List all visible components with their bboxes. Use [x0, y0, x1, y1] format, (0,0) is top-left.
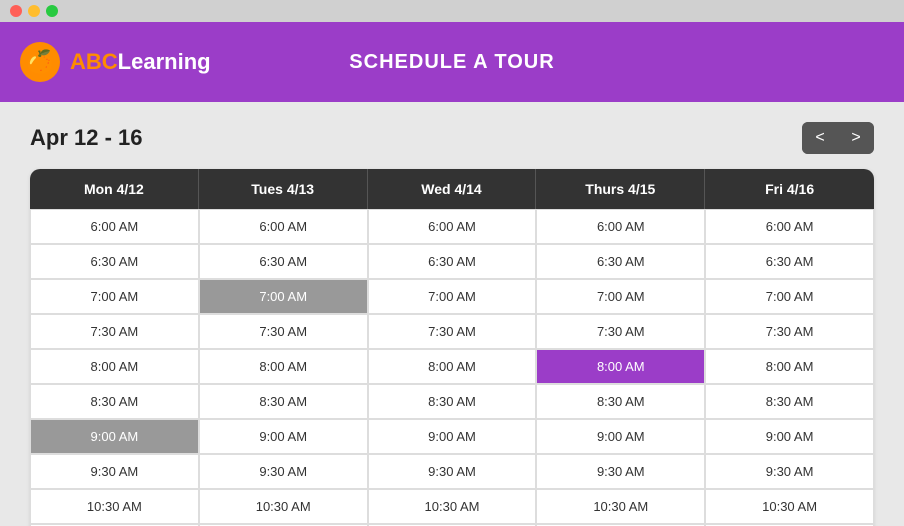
time-cell-r6-c3[interactable]: 9:00 AM	[536, 419, 705, 454]
time-cell-r2-c1[interactable]: 7:00 AM	[199, 279, 368, 314]
time-cell-r2-c0[interactable]: 7:00 AM	[30, 279, 199, 314]
time-cell-r5-c3[interactable]: 8:30 AM	[536, 384, 705, 419]
time-cell-r6-c1[interactable]: 9:00 AM	[199, 419, 368, 454]
col-header-4: Fri 4/16	[705, 169, 874, 209]
logo-text: ABCLearning	[70, 49, 211, 75]
calendar-body: 6:00 AM6:00 AM6:00 AM6:00 AM6:00 AM6:30 …	[30, 209, 874, 526]
logo-icon: 🍊	[20, 42, 60, 82]
time-cell-r3-c1[interactable]: 7:30 AM	[199, 314, 368, 349]
time-cell-r4-c3[interactable]: 8:00 AM	[536, 349, 705, 384]
time-cell-r5-c2[interactable]: 8:30 AM	[368, 384, 537, 419]
time-cell-r8-c0[interactable]: 10:30 AM	[30, 489, 199, 524]
time-cell-r3-c2[interactable]: 7:30 AM	[368, 314, 537, 349]
time-cell-r8-c1[interactable]: 10:30 AM	[199, 489, 368, 524]
time-cell-r1-c1[interactable]: 6:30 AM	[199, 244, 368, 279]
time-cell-r5-c1[interactable]: 8:30 AM	[199, 384, 368, 419]
nav-buttons: < >	[802, 122, 874, 154]
col-header-3: Thurs 4/15	[536, 169, 705, 209]
time-cell-r1-c4[interactable]: 6:30 AM	[705, 244, 874, 279]
prev-button[interactable]: <	[802, 122, 838, 154]
close-dot[interactable]	[10, 5, 22, 17]
time-cell-r0-c3[interactable]: 6:00 AM	[536, 209, 705, 244]
time-cell-r7-c0[interactable]: 9:30 AM	[30, 454, 199, 489]
time-cell-r0-c4[interactable]: 6:00 AM	[705, 209, 874, 244]
time-cell-r4-c4[interactable]: 8:00 AM	[705, 349, 874, 384]
time-cell-r8-c2[interactable]: 10:30 AM	[368, 489, 537, 524]
col-header-2: Wed 4/14	[368, 169, 537, 209]
time-cell-r7-c1[interactable]: 9:30 AM	[199, 454, 368, 489]
time-cell-r1-c2[interactable]: 6:30 AM	[368, 244, 537, 279]
col-header-1: Tues 4/13	[199, 169, 368, 209]
calendar-header: Mon 4/12Tues 4/13Wed 4/14Thurs 4/15Fri 4…	[30, 169, 874, 209]
app-header: 🍊 ABCLearning SCHEDULE A TOUR	[0, 22, 904, 102]
title-bar	[0, 0, 904, 22]
time-cell-r3-c4[interactable]: 7:30 AM	[705, 314, 874, 349]
time-cell-r7-c4[interactable]: 9:30 AM	[705, 454, 874, 489]
time-cell-r4-c2[interactable]: 8:00 AM	[368, 349, 537, 384]
time-cell-r6-c0[interactable]: 9:00 AM	[30, 419, 199, 454]
time-cell-r2-c3[interactable]: 7:00 AM	[536, 279, 705, 314]
logo-area: 🍊 ABCLearning	[20, 42, 211, 82]
date-range: Apr 12 - 16	[30, 125, 143, 151]
time-cell-r5-c0[interactable]: 8:30 AM	[30, 384, 199, 419]
time-cell-r3-c3[interactable]: 7:30 AM	[536, 314, 705, 349]
time-cell-r8-c4[interactable]: 10:30 AM	[705, 489, 874, 524]
calendar-grid: Mon 4/12Tues 4/13Wed 4/14Thurs 4/15Fri 4…	[30, 169, 874, 526]
minimize-dot[interactable]	[28, 5, 40, 17]
col-header-0: Mon 4/12	[30, 169, 199, 209]
time-cell-r4-c1[interactable]: 8:00 AM	[199, 349, 368, 384]
time-cell-r1-c0[interactable]: 6:30 AM	[30, 244, 199, 279]
time-cell-r0-c1[interactable]: 6:00 AM	[199, 209, 368, 244]
page-title: SCHEDULE A TOUR	[349, 51, 554, 74]
time-cell-r5-c4[interactable]: 8:30 AM	[705, 384, 874, 419]
time-cell-r7-c3[interactable]: 9:30 AM	[536, 454, 705, 489]
next-button[interactable]: >	[838, 122, 874, 154]
time-cell-r2-c4[interactable]: 7:00 AM	[705, 279, 874, 314]
time-cell-r6-c2[interactable]: 9:00 AM	[368, 419, 537, 454]
time-cell-r0-c0[interactable]: 6:00 AM	[30, 209, 199, 244]
time-cell-r3-c0[interactable]: 7:30 AM	[30, 314, 199, 349]
time-cell-r2-c2[interactable]: 7:00 AM	[368, 279, 537, 314]
logo-abc: ABC	[70, 49, 118, 74]
date-nav: Apr 12 - 16 < >	[30, 122, 874, 154]
time-cell-r4-c0[interactable]: 8:00 AM	[30, 349, 199, 384]
maximize-dot[interactable]	[46, 5, 58, 17]
time-cell-r0-c2[interactable]: 6:00 AM	[368, 209, 537, 244]
time-cell-r1-c3[interactable]: 6:30 AM	[536, 244, 705, 279]
time-cell-r6-c4[interactable]: 9:00 AM	[705, 419, 874, 454]
main-content: Apr 12 - 16 < > Mon 4/12Tues 4/13Wed 4/1…	[0, 102, 904, 526]
time-cell-r8-c3[interactable]: 10:30 AM	[536, 489, 705, 524]
logo-rest: Learning	[118, 49, 211, 74]
time-cell-r7-c2[interactable]: 9:30 AM	[368, 454, 537, 489]
